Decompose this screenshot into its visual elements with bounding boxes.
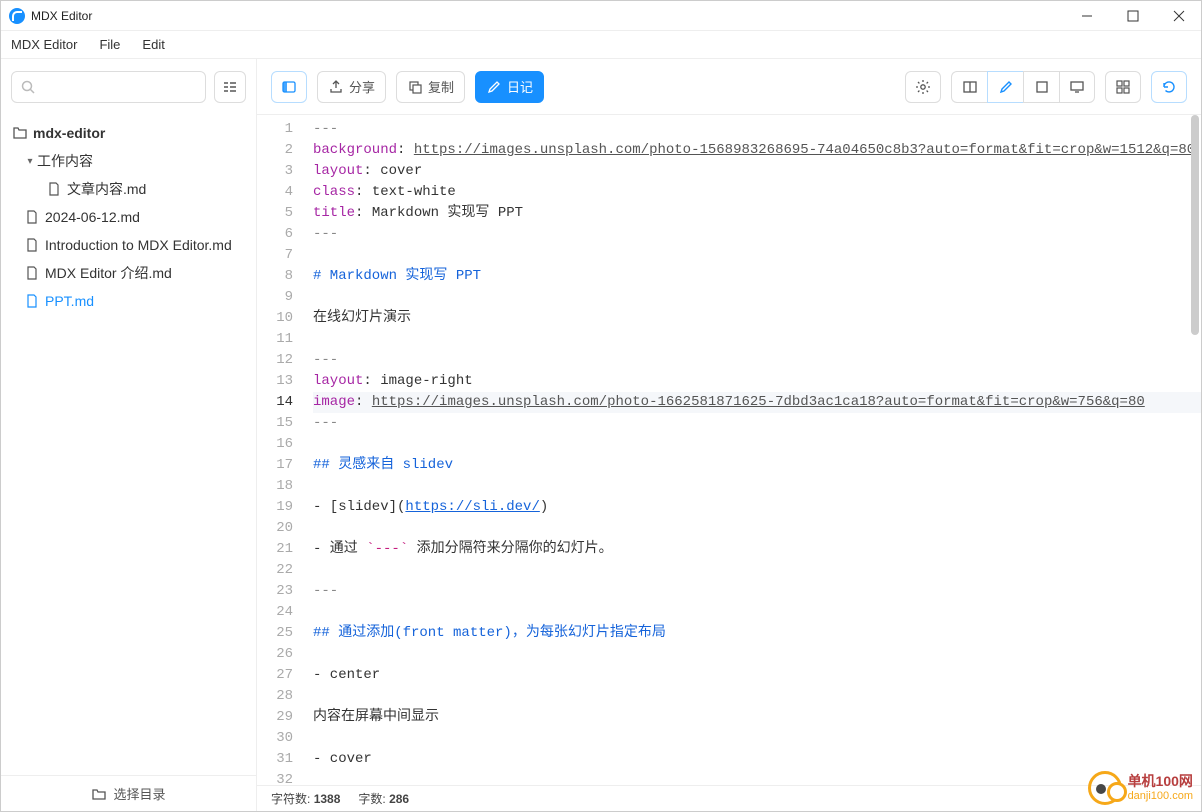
upload-icon — [328, 79, 344, 95]
search-input[interactable] — [11, 71, 206, 103]
file-icon — [45, 181, 63, 197]
menubar: MDX Editor File Edit — [1, 31, 1201, 59]
tree-file-label: 2024-06-12.md — [45, 209, 140, 225]
search-icon — [20, 79, 36, 95]
square-icon — [1034, 79, 1050, 95]
tree-file[interactable]: Introduction to MDX Editor.md — [1, 231, 256, 259]
file-icon — [23, 209, 41, 225]
share-label: 分享 — [349, 77, 375, 96]
minimize-button[interactable] — [1073, 4, 1101, 28]
code-content[interactable]: ---background: https://images.unsplash.c… — [305, 115, 1201, 785]
panel-left-button[interactable] — [271, 71, 307, 103]
close-button[interactable] — [1165, 4, 1193, 28]
screen-icon — [1069, 79, 1085, 95]
edit-icon — [998, 79, 1014, 95]
copy-icon — [407, 79, 423, 95]
tree-file-label: Introduction to MDX Editor.md — [45, 237, 232, 253]
file-icon — [23, 265, 41, 281]
app-icon — [9, 8, 25, 24]
columns-icon — [962, 79, 978, 95]
folder-open-icon — [91, 786, 107, 802]
word-count: 字数: 286 — [358, 790, 409, 807]
chevron-down-icon: ▾ — [23, 156, 37, 167]
scrollbar-thumb[interactable] — [1191, 115, 1199, 335]
diary-label: 日记 — [507, 77, 533, 96]
scrollbar-vertical[interactable] — [1189, 115, 1199, 781]
tree-file[interactable]: 文章内容.md — [1, 175, 256, 203]
present-mode-button[interactable] — [1059, 71, 1095, 103]
file-tree: mdx-editor ▾ 工作内容 文章内容.md 2024-06-12.md … — [1, 115, 256, 775]
file-icon — [23, 293, 41, 309]
tree-folder-work[interactable]: ▾ 工作内容 — [1, 147, 256, 175]
sidebar: mdx-editor ▾ 工作内容 文章内容.md 2024-06-12.md … — [1, 59, 257, 811]
line-gutter: 1234567891011121314151617181920212223242… — [257, 115, 305, 785]
tree-root[interactable]: mdx-editor — [1, 119, 256, 147]
menu-app[interactable]: MDX Editor — [7, 35, 81, 54]
pencil-icon — [486, 79, 502, 95]
toolbar: 分享 复制 日记 — [257, 59, 1201, 115]
tree-file-label: 文章内容.md — [67, 179, 146, 199]
menu-edit[interactable]: Edit — [138, 35, 168, 54]
file-icon — [23, 237, 41, 253]
panel-left-icon — [281, 79, 297, 95]
menu-file[interactable]: File — [95, 35, 124, 54]
code-editor[interactable]: 1234567891011121314151617181920212223242… — [257, 115, 1201, 785]
share-button[interactable]: 分享 — [317, 71, 386, 103]
tree-collapse-button[interactable] — [214, 71, 246, 103]
tree-root-label: mdx-editor — [33, 125, 105, 141]
grid-icon — [1115, 79, 1131, 95]
tree-file[interactable]: MDX Editor 介绍.md — [1, 259, 256, 287]
folder-icon — [11, 125, 29, 141]
split-view-button[interactable] — [951, 71, 987, 103]
edit-mode-button[interactable] — [987, 71, 1023, 103]
preview-mode-button[interactable] — [1023, 71, 1059, 103]
diary-button[interactable]: 日记 — [475, 71, 544, 103]
char-count: 字符数: 1388 — [271, 790, 340, 807]
gear-icon — [915, 79, 931, 95]
copy-button[interactable]: 复制 — [396, 71, 465, 103]
grid-button[interactable] — [1105, 71, 1141, 103]
list-tree-icon — [222, 79, 238, 95]
window-title: MDX Editor — [31, 9, 92, 23]
copy-label: 复制 — [428, 77, 454, 96]
tree-file-active[interactable]: PPT.md — [1, 287, 256, 315]
refresh-icon — [1161, 79, 1177, 95]
select-directory-label: 选择目录 — [113, 784, 165, 803]
maximize-button[interactable] — [1119, 4, 1147, 28]
refresh-button[interactable] — [1151, 71, 1187, 103]
tree-file-label: MDX Editor 介绍.md — [45, 263, 172, 283]
tree-file-label: PPT.md — [45, 293, 94, 309]
titlebar: MDX Editor — [1, 1, 1201, 31]
select-directory-button[interactable]: 选择目录 — [1, 775, 256, 811]
tree-file[interactable]: 2024-06-12.md — [1, 203, 256, 231]
settings-button[interactable] — [905, 71, 941, 103]
tree-folder-label: 工作内容 — [37, 151, 93, 171]
status-bar: 字符数: 1388 字数: 286 — [257, 785, 1201, 811]
